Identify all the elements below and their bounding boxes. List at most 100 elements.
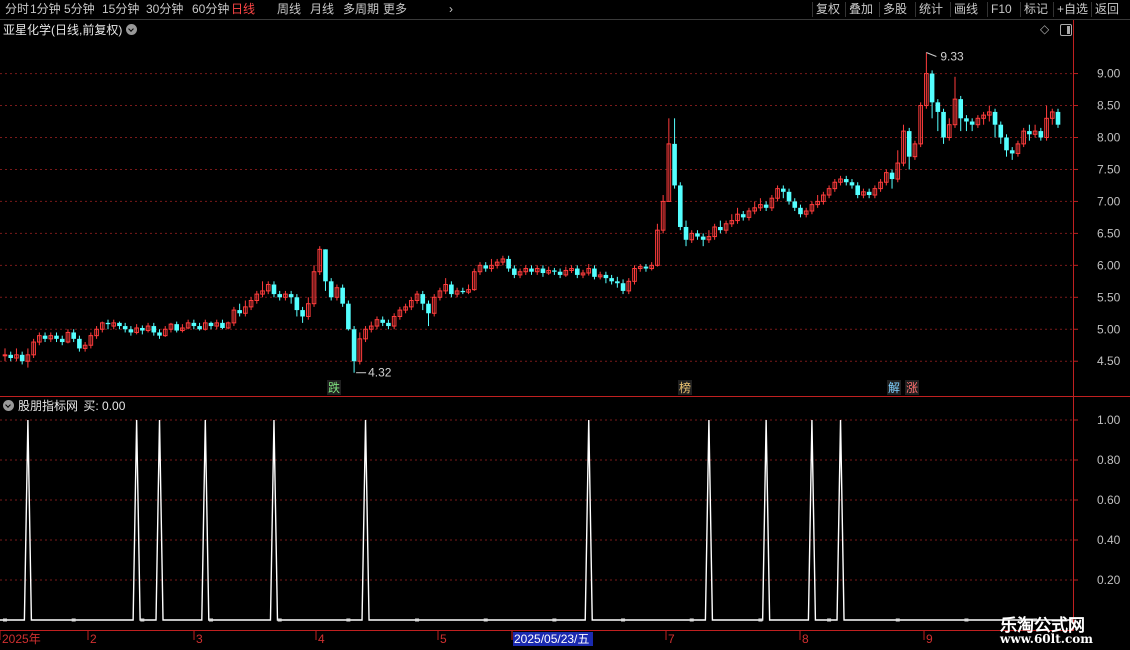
candle-body [59,338,65,343]
candle-body [540,268,546,274]
candle-body [323,249,328,282]
chart-canvas[interactable]: 9.33 4.32 跌 榜 解涨 9.00 8.50 8.00 7.50 7.00 6.50 6.… [0,0,1130,650]
candle [174,321,179,333]
marker-text: 榜 [679,380,691,395]
candle [706,230,712,243]
candle [357,332,363,365]
signal-marker: 跌 [327,380,341,395]
x-tick-label: 2 [90,632,97,646]
chevron-down-circle-icon[interactable] [126,24,138,35]
candle [815,195,820,208]
candle-body [603,274,609,279]
candle [929,70,935,119]
candle [65,329,71,344]
candle [71,329,76,343]
candle-body [643,266,649,269]
candle [122,322,128,333]
candle [586,264,592,276]
candle [19,351,25,365]
candle [117,321,122,330]
candle [288,290,294,304]
chevron-down-circle-icon[interactable] [3,400,14,411]
candle [8,351,14,362]
candle-body [294,297,300,311]
candle [1055,108,1061,128]
watermark-url: www.60lt.com [1000,632,1093,646]
candle [712,223,717,240]
diamond-icon[interactable]: ◇ [1040,22,1052,36]
candle-body [77,338,82,349]
candle [380,316,386,327]
candle [849,179,855,189]
indicator-tick-label: 0.20 [1097,573,1121,587]
candle [615,276,620,288]
indicator-tick-label: 1.00 [1097,413,1121,427]
candle-body [843,179,849,183]
candle-body [220,322,225,328]
candle [649,262,654,271]
candle [180,324,185,333]
candle [512,265,517,279]
candle [592,265,597,280]
indicator-dot [140,618,145,622]
candle-body [552,270,557,272]
candle [718,220,723,234]
candle [906,127,912,170]
candle [626,278,632,295]
candle [958,95,964,132]
candle [672,118,677,189]
extreme-labels: 9.33 4.32 [356,49,964,380]
candle-body [117,322,122,327]
indicator-tick-label: 0.80 [1097,453,1121,467]
candle-body [328,281,334,298]
candle [208,321,214,330]
candle [466,284,471,295]
candle [523,265,529,275]
candle [454,287,460,298]
candle-body [449,284,454,295]
indicator-dot [827,618,832,622]
indicator-dot [415,618,420,622]
candle-body [1038,131,1044,138]
candle [431,294,437,317]
x-tick-label: 2025/05/23/五 [514,632,589,646]
candle-body [1055,111,1061,125]
candle [1027,124,1032,141]
candle-body [151,326,157,333]
candle-body [157,332,162,336]
candle-body [889,172,895,180]
candle-body [277,294,282,298]
panel-toggle-icon[interactable] [1060,24,1072,36]
candle [574,265,580,279]
candle [529,265,534,275]
candle [162,326,168,337]
candle [323,249,328,291]
indicator-dot [483,618,488,622]
candle [37,332,42,346]
candle [878,179,883,192]
candle [597,271,603,280]
candle [214,319,220,330]
indicator-title[interactable]: 股朋指标网 买: 0.00 [3,398,125,414]
x-tick-label: 4 [318,632,325,646]
candle [546,266,551,275]
candle-body [574,268,580,275]
y-tick-label: 5.00 [1097,322,1121,336]
candle [443,278,448,295]
candle [872,185,878,199]
candle [723,220,729,234]
candle-body [506,258,511,269]
price-axis: 9.00 8.50 8.00 7.50 7.00 6.50 6.00 5.50 5.00 4.50… [1073,67,1121,587]
indicator-dot [758,618,763,622]
indicator-dot [895,618,900,622]
candle-body [271,284,277,295]
candle [99,321,105,333]
candle [151,322,157,336]
candle [798,204,803,218]
candle-body [54,335,59,339]
candle-body [592,268,597,277]
candle [952,76,958,128]
stock-title[interactable]: 亚星化学(日线,前复权) [3,22,138,38]
candle-body [19,354,25,362]
candle [500,255,506,266]
